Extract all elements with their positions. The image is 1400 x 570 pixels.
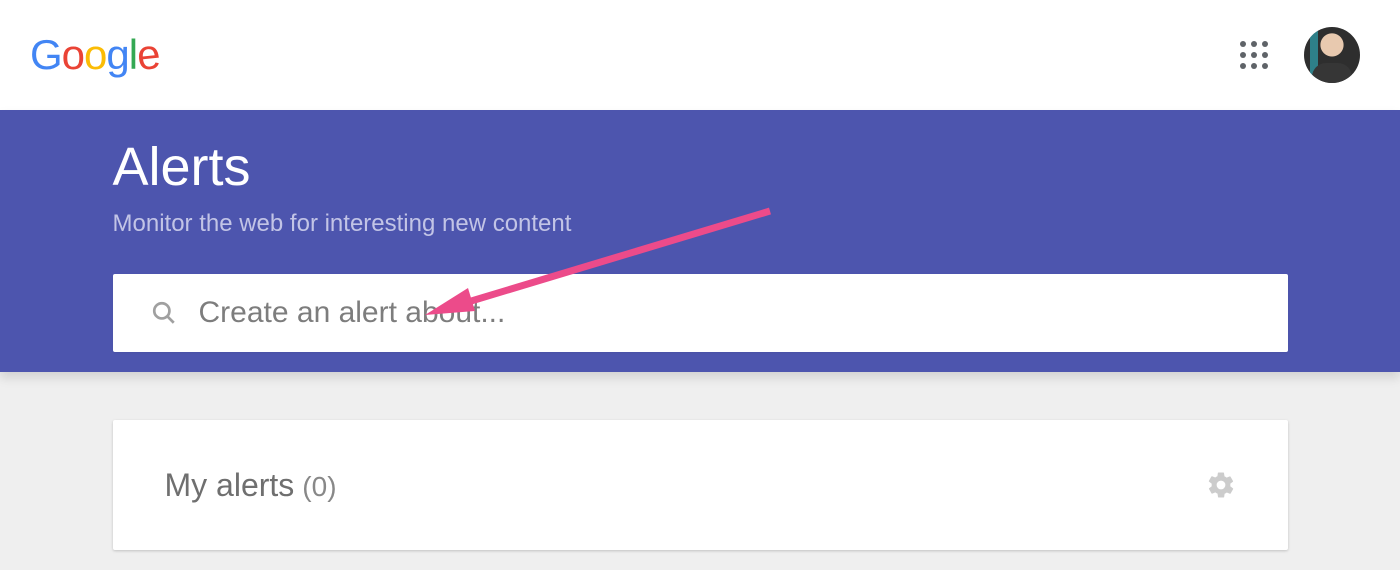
my-alerts-count: (0) (302, 471, 336, 503)
logo-letter: o (62, 31, 84, 79)
google-logo[interactable]: Google (30, 31, 159, 79)
logo-letter: e (135, 30, 162, 80)
create-alert-input[interactable] (199, 274, 1250, 352)
logo-letter: o (84, 31, 106, 79)
apps-grid-icon[interactable] (1240, 41, 1268, 69)
account-avatar[interactable] (1304, 27, 1360, 83)
create-alert-searchbox[interactable] (113, 274, 1288, 352)
page-subtitle: Monitor the web for interesting new cont… (113, 210, 1288, 238)
logo-letter: G (30, 31, 62, 79)
my-alerts-title: My alerts (165, 467, 295, 504)
my-alerts-panel: My alerts (0) (113, 420, 1288, 550)
search-icon (151, 300, 177, 326)
page-title: Alerts (113, 136, 1288, 198)
hero-banner: Alerts Monitor the web for interesting n… (0, 110, 1400, 372)
top-app-bar: Google (0, 0, 1400, 110)
logo-letter: g (106, 31, 128, 79)
content-area: My alerts (0) (113, 372, 1288, 550)
gear-icon[interactable] (1206, 470, 1236, 500)
top-right-controls (1240, 27, 1360, 83)
